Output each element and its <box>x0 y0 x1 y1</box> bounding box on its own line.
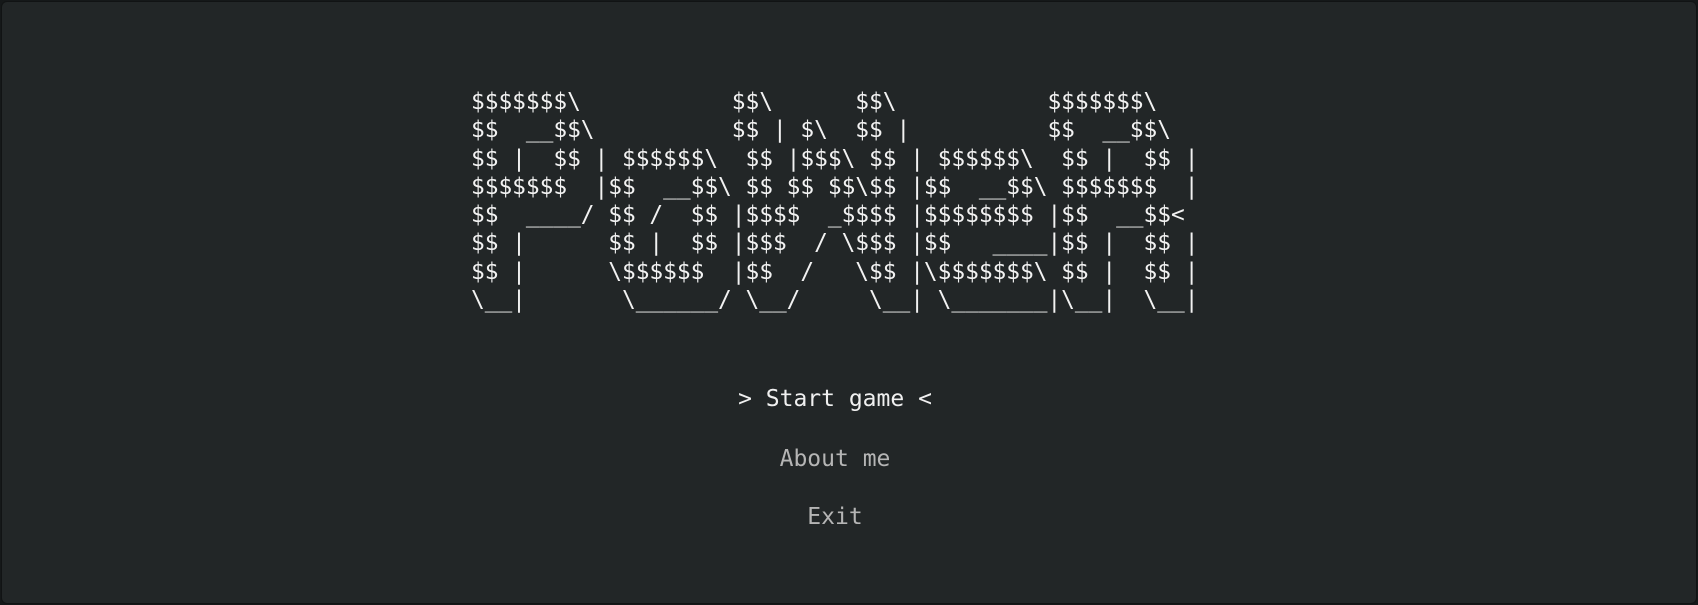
logo-line: $$ ____/ $$ / $$ |$$$$ _$$$$ |$$$$$$$$ |… <box>471 202 1199 229</box>
menu-item-start-game[interactable]: > Start game < <box>2 384 1668 414</box>
menu-item-about-me[interactable]: About me <box>2 444 1668 474</box>
logo-line: \__| \______/ \__/ \__| \_______|\__| \_… <box>471 287 1199 314</box>
ascii-logo: $$$$$$$\ $$\ $$\ $$$$$$$\ $$ __$$\ $$ | … <box>471 88 1198 314</box>
logo-line: $$$$$$$\ $$\ $$\ $$$$$$$\ <box>471 89 1185 115</box>
logo-line: $$ __$$\ $$ | $\ $$ | $$ __$$\ <box>471 117 1185 144</box>
logo-line: $$ | $$ | $$ |$$$ / \$$$ |$$ ____|$$ | $… <box>471 230 1199 257</box>
logo-line: $$$$$$$ |$$ __$$\ $$ $$ $$\$$ |$$ __$$\ … <box>471 173 1199 200</box>
logo-line: $$ | $$ | $$$$$$\ $$ |$$$\ $$ | $$$$$$\ … <box>471 145 1199 172</box>
terminal-window: $$$$$$$\ $$\ $$\ $$$$$$$\ $$ __$$\ $$ | … <box>1 1 1697 604</box>
menu-item-exit[interactable]: Exit <box>2 502 1668 532</box>
logo-line: $$ | \$$$$$$ |$$ / \$$ |\$$$$$$$\ $$ | $… <box>471 258 1199 285</box>
